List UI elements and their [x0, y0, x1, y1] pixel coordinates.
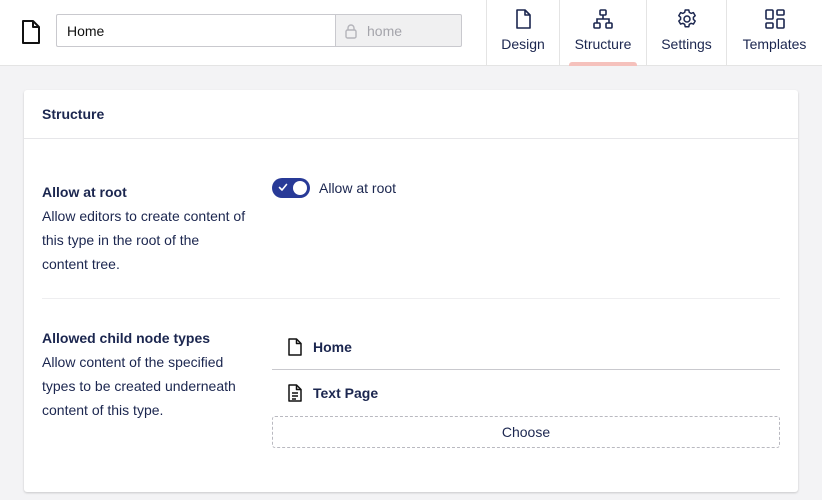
document-type-name-input[interactable]: [56, 14, 336, 47]
document-icon: [22, 20, 40, 44]
view-tabs: Design Structure Settings Templates: [486, 0, 822, 66]
tab-structure[interactable]: Structure: [559, 0, 646, 66]
allow-at-root-toggle-control[interactable]: Allow at root: [272, 178, 396, 198]
allowed-child-types-description: Allow content of the specified types to …: [42, 354, 236, 418]
document-text-icon: [288, 384, 302, 402]
child-type-label: Home: [313, 338, 352, 355]
tab-settings[interactable]: Settings: [646, 0, 726, 66]
sitemap-icon: [593, 9, 613, 29]
design-document-icon: [516, 9, 531, 29]
tab-templates[interactable]: Templates: [726, 0, 822, 66]
allow-at-root-toggle[interactable]: [272, 178, 310, 198]
gear-icon: [677, 9, 696, 28]
alias-field[interactable]: home: [335, 14, 462, 47]
allow-at-root-description: Allow editors to create content of this …: [42, 208, 246, 272]
tab-design[interactable]: Design: [486, 0, 559, 66]
allow-at-root-row: Allow at root Allow editors to create co…: [42, 178, 780, 299]
active-tab-indicator: [569, 62, 637, 66]
lock-icon[interactable]: [343, 23, 359, 39]
allowed-child-types-label: Allowed child node types: [42, 330, 211, 346]
toggle-knob: [293, 181, 307, 195]
allow-at-root-toggle-label[interactable]: Allow at root: [319, 180, 396, 196]
tab-settings-label: Settings: [661, 36, 712, 52]
allow-at-root-label: Allow at root: [42, 184, 127, 200]
list-item[interactable]: Home: [272, 324, 780, 370]
document-icon: [288, 337, 302, 356]
card-header: Structure: [24, 90, 798, 139]
structure-card: Structure Allow at root Allow editors to…: [24, 90, 798, 492]
alias-value: home: [367, 22, 403, 39]
card-title: Structure: [42, 106, 105, 122]
top-bar: home Design Structure Setting: [0, 0, 822, 66]
list-item[interactable]: Text Page: [272, 370, 780, 416]
allowed-child-types-row: Allowed child node types Allow content o…: [42, 330, 780, 460]
choose-child-type-button[interactable]: Choose: [272, 416, 780, 448]
child-type-label: Text Page: [313, 385, 379, 401]
tab-templates-label: Templates: [742, 36, 807, 52]
tab-structure-label: Structure: [574, 36, 632, 52]
allowed-child-types-list: Home Text Page Choose: [272, 324, 780, 448]
layout-grid-icon: [764, 9, 785, 29]
tab-design-label: Design: [501, 36, 545, 52]
checkmark-icon: [278, 183, 288, 191]
